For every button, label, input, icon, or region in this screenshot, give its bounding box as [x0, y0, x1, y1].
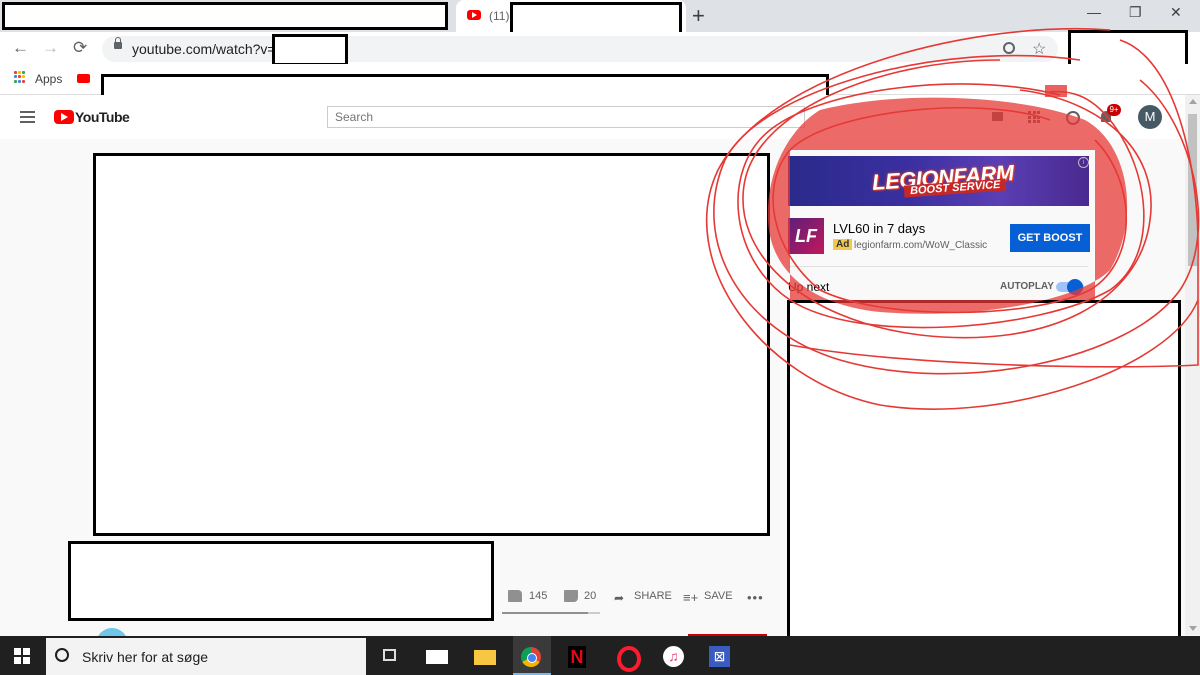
chrome-icon[interactable] [521, 647, 541, 667]
account-avatar[interactable]: M [1138, 105, 1162, 129]
like-icon[interactable] [508, 590, 522, 602]
dislike-count[interactable]: 20 [584, 590, 596, 602]
ad-title[interactable]: LVL60 in 7 days [833, 221, 925, 236]
netflix-icon[interactable]: N [568, 646, 586, 668]
up-next-heading: Up next [788, 280, 830, 294]
autoplay-label: AUTOPLAY [1000, 281, 1054, 292]
reload-button[interactable]: ⟳ [73, 38, 87, 58]
rating-bar-fill [502, 612, 588, 614]
like-count[interactable]: 145 [529, 590, 547, 602]
task-view-icon[interactable] [383, 649, 396, 661]
redacted-tab-title [2, 2, 448, 30]
scroll-down-arrow-icon[interactable] [1189, 626, 1197, 631]
ad-divider [788, 266, 1088, 267]
dislike-icon[interactable] [564, 590, 578, 602]
mail-app-icon[interactable] [426, 650, 448, 664]
minimize-button[interactable]: — [1087, 4, 1101, 20]
up-next-list-redacted [787, 300, 1181, 675]
create-video-icon[interactable] [992, 112, 1003, 121]
ad-label-badge: Ad [833, 239, 853, 250]
ad-info-icon[interactable]: i [1078, 157, 1089, 168]
messages-icon[interactable] [1066, 111, 1080, 125]
notification-badge: 9+ [1107, 104, 1121, 116]
taskbar-search-icon [55, 648, 69, 662]
windows-start-icon[interactable] [14, 648, 30, 664]
more-actions-button[interactable]: ••• [747, 590, 764, 605]
share-button[interactable]: SHARE [634, 590, 672, 602]
video-player-redacted [93, 153, 770, 536]
new-tab-button[interactable]: + [692, 3, 705, 29]
taskbar-search-placeholder[interactable]: Skriv her for at søge [82, 649, 208, 665]
youtube-favicon-icon [467, 10, 481, 20]
apps-grid-icon[interactable] [14, 71, 26, 83]
autoplay-toggle-knob[interactable] [1067, 279, 1083, 295]
save-button[interactable]: SAVE [704, 590, 733, 602]
get-boost-button[interactable]: GET BOOST [1010, 224, 1090, 252]
ad-advertiser-logo[interactable]: LF [788, 218, 824, 254]
close-window-button[interactable]: ✕ [1170, 4, 1182, 21]
search-input[interactable] [327, 106, 805, 128]
video-title-redacted [68, 541, 494, 621]
lock-icon[interactable] [114, 37, 122, 49]
youtube-bookmark-icon[interactable] [77, 74, 90, 83]
apps-bookmark[interactable]: Apps [35, 72, 62, 86]
youtube-apps-icon[interactable] [1028, 111, 1040, 123]
bookmark-star-icon[interactable]: ☆ [1032, 39, 1046, 59]
file-explorer-icon[interactable] [474, 650, 496, 665]
share-icon[interactable]: ➦ [614, 591, 624, 605]
restore-button[interactable]: ❐ [1129, 4, 1142, 21]
forward-button[interactable]: → [42, 38, 59, 58]
back-button[interactable]: ← [12, 38, 29, 58]
app-taskbar-icon[interactable]: ⊠ [709, 646, 730, 667]
scroll-up-arrow-icon[interactable] [1189, 99, 1197, 104]
opera-icon[interactable] [617, 646, 641, 672]
menu-icon[interactable] [20, 111, 35, 123]
save-playlist-icon[interactable]: ≡+ [683, 590, 698, 605]
itunes-icon[interactable]: ♫ [663, 646, 684, 667]
scrollbar-thumb[interactable] [1188, 114, 1197, 266]
ad-domain: legionfarm.com/WoW_Classic [854, 240, 988, 251]
youtube-logo-icon[interactable] [54, 110, 74, 124]
redacted-video-id [272, 34, 348, 66]
youtube-logo-text[interactable]: YouTube [75, 109, 130, 125]
zoom-icon[interactable] [1003, 42, 1015, 54]
url-text[interactable]: youtube.com/watch?v= [132, 41, 276, 57]
tab-title-count: (11) [489, 9, 510, 23]
